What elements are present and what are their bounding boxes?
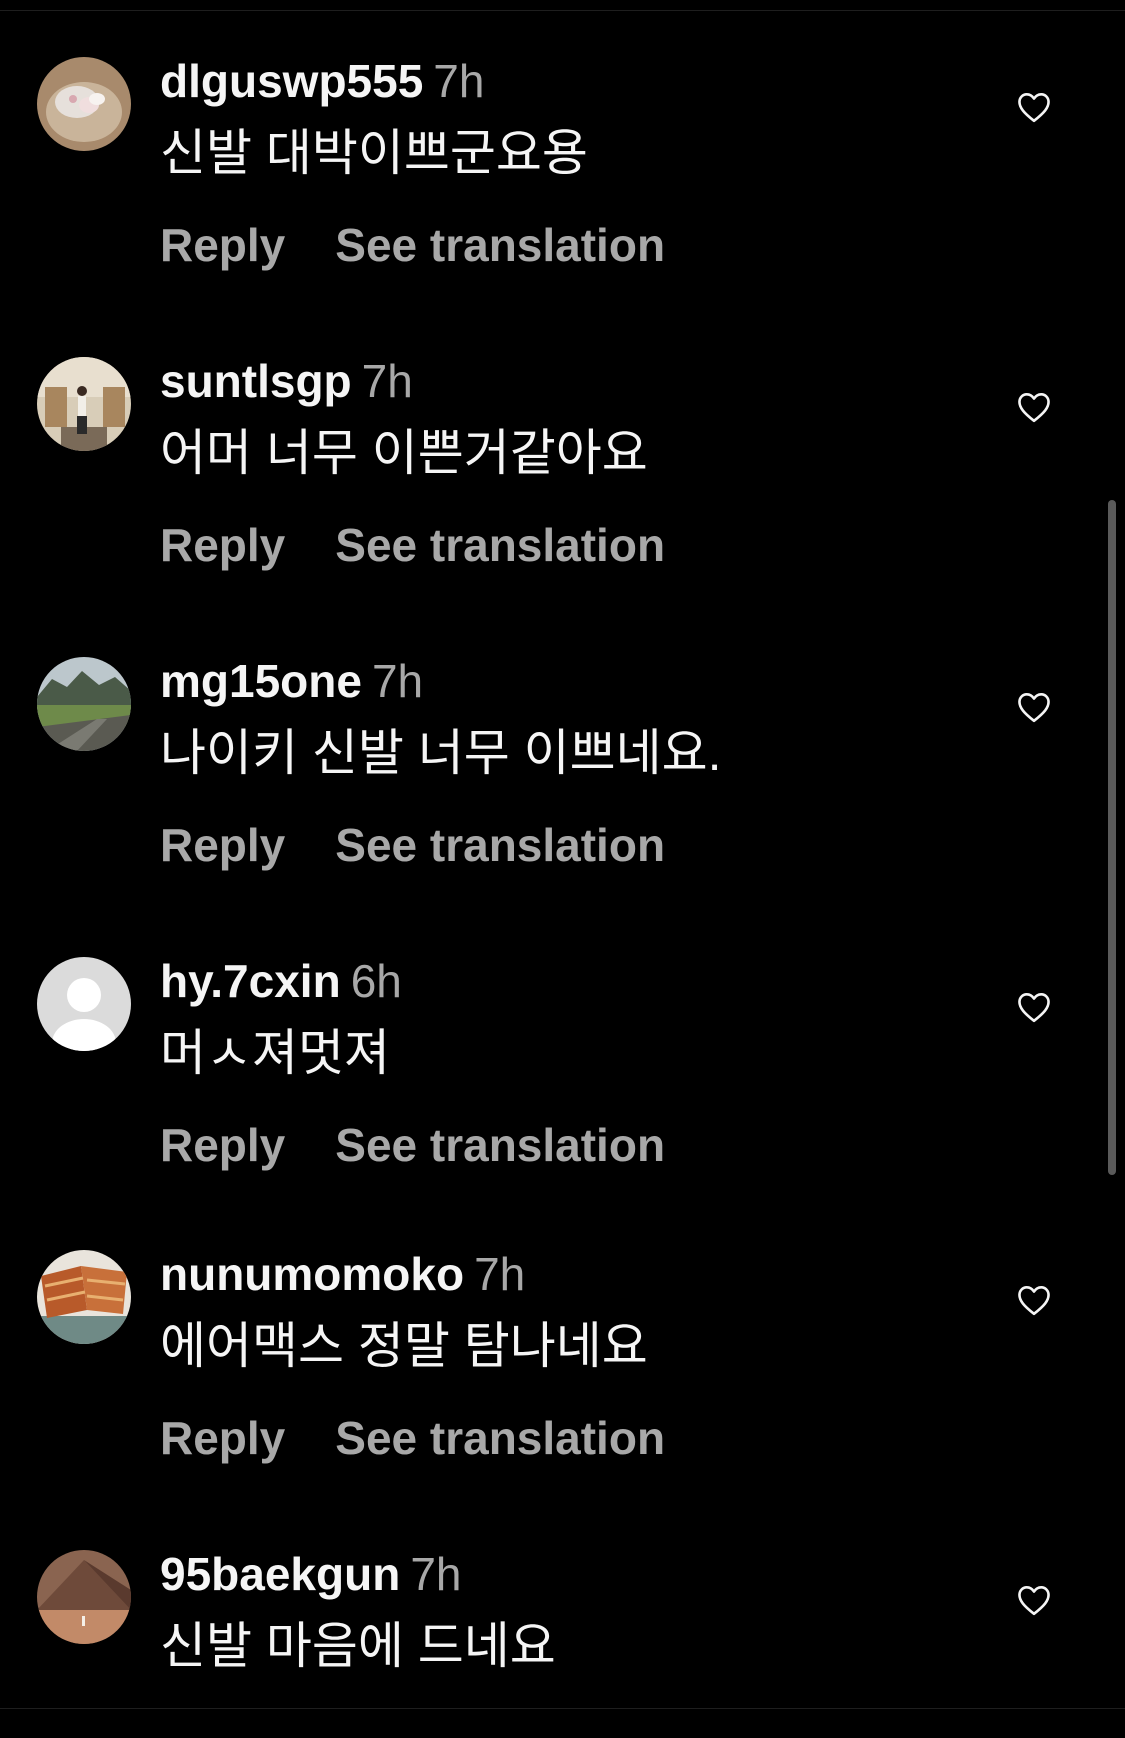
like-button[interactable] — [1016, 991, 1056, 1027]
reply-button[interactable]: Reply — [160, 819, 285, 871]
timestamp: 7h — [433, 55, 485, 107]
reply-button[interactable]: Reply — [160, 219, 285, 271]
comment-text: 신발 대박이쁘군요용 — [160, 125, 588, 181]
comment-text: 나이키 신발 너무 이쁘네요. — [160, 725, 722, 781]
timestamp: 7h — [474, 1248, 526, 1300]
reply-button[interactable]: Reply — [160, 519, 285, 571]
see-translation-button[interactable]: See translation — [335, 1119, 665, 1171]
timestamp: 7h — [361, 355, 413, 407]
heart-icon — [1018, 93, 1050, 123]
heart-icon — [1018, 693, 1050, 723]
see-translation-button[interactable]: See translation — [335, 1412, 665, 1464]
comment-text: 신발 마음에 드네요 — [160, 1618, 556, 1674]
pet-photo-avatar[interactable] — [37, 57, 131, 151]
person-room-photo-avatar[interactable] — [37, 357, 131, 451]
comment-actions: Reply See translation — [160, 217, 665, 273]
like-button[interactable] — [1016, 1284, 1056, 1320]
comment-item: nunumomoko 7h 에어맥스 정말 탐나네요 Reply See trans… — [0, 1248, 1125, 1550]
comment-actions: Reply See translation — [160, 517, 665, 573]
comment-item: hy.7cxin 6h 머ㅅ져멋져 Reply See translation — [0, 955, 1125, 1257]
comment-meta: suntlsgp 7h — [160, 353, 413, 409]
comment-text: 에어맥스 정말 탐나네요 — [160, 1318, 648, 1374]
see-translation-button[interactable]: See translation — [335, 519, 665, 571]
reply-button[interactable]: Reply — [160, 1412, 285, 1464]
comment-item: 95baekgun 7h 신발 마음에 드네요 — [0, 1548, 1125, 1708]
comment-meta: nunumomoko 7h — [160, 1246, 525, 1302]
heart-icon — [1018, 993, 1050, 1023]
bottom-divider — [0, 1708, 1125, 1709]
comment-actions: Reply See translation — [160, 1117, 665, 1173]
timestamp: 6h — [350, 955, 402, 1007]
scrollbar[interactable] — [1108, 500, 1116, 1175]
default-user-avatar[interactable] — [37, 957, 131, 1051]
food-photo-avatar[interactable] — [37, 1250, 131, 1344]
timestamp: 7h — [410, 1548, 462, 1600]
username[interactable]: suntlsgp — [160, 355, 352, 407]
reply-button[interactable]: Reply — [160, 1119, 285, 1171]
see-translation-button[interactable]: See translation — [335, 819, 665, 871]
top-divider — [0, 10, 1125, 11]
timestamp: 7h — [371, 655, 424, 707]
comment-meta: hy.7cxin 6h — [160, 953, 402, 1009]
like-button[interactable] — [1016, 691, 1056, 727]
comment-meta: dlguswp555 7h — [160, 53, 484, 109]
see-translation-button[interactable]: See translation — [335, 219, 665, 271]
comment-actions: Reply See translation — [160, 1410, 665, 1466]
comment-item: suntlsgp 7h 어머 너무 이쁜거같아요 Reply See transla… — [0, 355, 1125, 657]
comment-item: dlguswp555 7h 신발 대박이쁘군요용 Reply See transla… — [0, 55, 1125, 357]
desert-architecture-avatar[interactable] — [37, 1550, 131, 1644]
like-button[interactable] — [1016, 391, 1056, 427]
comment-item: mg15one 7h 나이키 신발 너무 이쁘네요. Reply See trans… — [0, 655, 1125, 957]
mountain-landscape-avatar[interactable] — [37, 657, 131, 751]
like-button[interactable] — [1016, 1584, 1056, 1620]
comment-meta: mg15one 7h — [160, 653, 423, 709]
heart-icon — [1018, 393, 1050, 423]
like-button[interactable] — [1016, 91, 1056, 127]
comment-text: 머ㅅ져멋져 — [160, 1025, 390, 1081]
comment-meta: 95baekgun 7h — [160, 1546, 461, 1602]
username[interactable]: 95baekgun — [160, 1548, 400, 1600]
comment-text: 어머 너무 이쁜거같아요 — [160, 425, 648, 481]
heart-icon — [1018, 1586, 1050, 1616]
comment-actions: Reply See translation — [160, 817, 665, 873]
username[interactable]: mg15one — [160, 655, 362, 707]
username[interactable]: nunumomoko — [160, 1248, 464, 1300]
heart-icon — [1018, 1286, 1050, 1316]
username[interactable]: hy.7cxin — [160, 955, 341, 1007]
username[interactable]: dlguswp555 — [160, 55, 423, 107]
